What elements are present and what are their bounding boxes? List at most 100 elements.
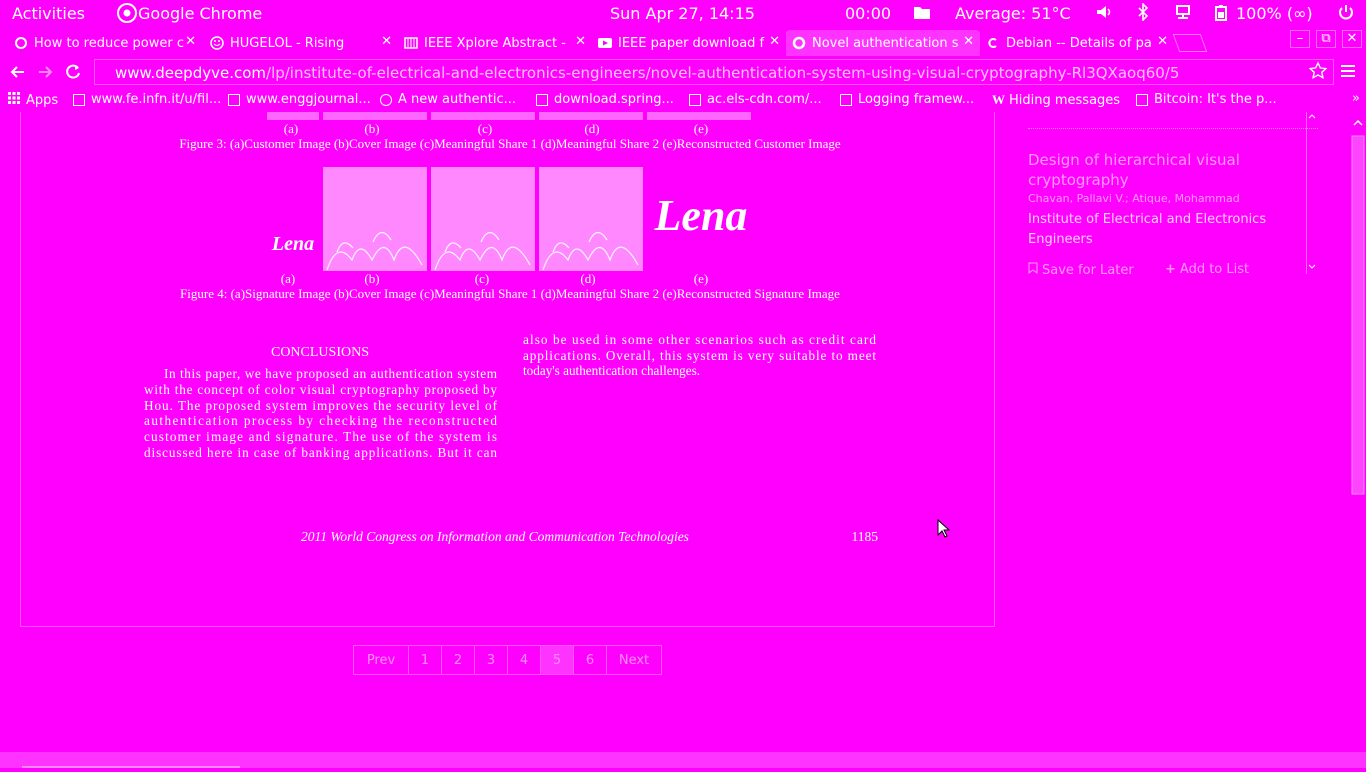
bookmark-7[interactable]: Logging framew... [840,92,974,107]
bookmark-8[interactable]: W Hiding messages [992,92,1120,108]
bluetooth-icon[interactable] [1136,2,1150,25]
chrome-app-icon[interactable] [116,3,138,27]
tab-title: IEEE paper download f [618,35,765,51]
activities-button[interactable]: Activities [12,4,85,23]
fig3-label-b: (b) [364,121,379,136]
document-page-viewer: (a) (b) (c) (d) (e) Figure 3: (a)Custome… [20,112,995,627]
related-article-authors: Chavan, Pallavi V.; Atique, Mohammad [1028,192,1240,205]
bookmark-3[interactable]: www.enggjournal... [228,92,371,107]
volume-icon[interactable] [1095,4,1113,24]
smiley-favicon-icon [210,36,224,50]
divider [1028,128,1318,129]
close-window-button[interactable]: ✕ [1342,30,1362,48]
mouse-cursor-icon [937,518,951,543]
gnome-top-bar: Activities Google Chrome Sun Apr 27, 14:… [0,0,1366,26]
apps-grid-icon [8,92,20,108]
address-bar[interactable]: www.deepdyve.com/lp/institute-of-electri… [94,59,1334,85]
panel-scrollbar[interactable] [1306,112,1317,274]
page-2-button[interactable]: 2 [441,645,475,675]
tab-close-icon[interactable]: ✕ [575,34,586,49]
page-6-button[interactable]: 6 [573,645,607,675]
bookmark-label: www.fe.infn.it/u/fil... [91,92,222,107]
right-line-3: today's authentication challenges. [523,363,700,378]
fig3-label-e: (e) [694,121,708,136]
power-icon[interactable] [1337,3,1355,25]
tab-close-icon[interactable]: ✕ [963,34,974,49]
clock[interactable]: Sun Apr 27, 14:15 [610,4,755,23]
related-article-title[interactable]: Design of hierarchical visual cryptograp… [1028,150,1288,190]
pagination: Prev 1 2 3 4 5 6 Next [353,645,662,675]
bookmark-5[interactable]: download.spring... [536,92,674,107]
bookmark-label: ac.els-cdn.com/... [707,92,822,107]
battery-icon[interactable] [1214,4,1228,26]
save-for-later-button[interactable]: Save for Later [1028,262,1134,278]
url-path: /lp/institute-of-electrical-and-electron… [266,64,1180,82]
bookmark-4[interactable]: A new authentic... [380,92,516,107]
save-for-later-label: Save for Later [1042,262,1134,278]
figure-3-images [267,112,751,120]
tab-close-icon[interactable]: ✕ [381,34,392,49]
network-icon[interactable] [1175,4,1191,24]
page-icon [840,93,852,106]
wikipedia-w-icon: W [992,92,1005,107]
browser-toolbar: www.deepdyve.com/lp/institute-of-electri… [0,56,1366,88]
deepdyve-favicon-icon [792,36,806,50]
timer-indicator[interactable]: 00:00 [845,4,891,23]
add-to-list-button[interactable]: + Add to List [1165,262,1249,277]
page-1-button[interactable]: 1 [408,645,442,675]
tab-title: How to reduce power c [34,35,184,51]
new-tab-button[interactable] [1172,34,1208,52]
tab-2[interactable]: HUGELOL - Rising ✕ [204,30,398,56]
bookmark-2[interactable]: www.fe.infn.it/u/fil... [73,92,221,107]
tab-4[interactable]: IEEE paper download f ✕ [592,30,786,56]
page-footer-conference: 2011 World Congress on Information and C… [301,529,689,544]
plus-icon: + [1165,262,1176,277]
chrome-menu-icon[interactable] [1340,63,1356,83]
tab-6[interactable]: Debian -- Details of pa ✕ [980,30,1174,56]
bookmark-label: download.spring... [554,92,674,107]
fig4-label-e: (e) [694,271,708,286]
app-menu-label[interactable]: Google Chrome [138,4,262,23]
bookmark-apps[interactable]: Apps [8,92,58,108]
tab-strip: How to reduce power c ✕ HUGELOL - Rising… [0,28,1366,56]
bookmark-label: Logging framew... [858,92,975,107]
next-page-button[interactable]: Next [606,645,662,675]
maximize-window-button[interactable]: ⧉ [1316,30,1336,48]
tab-5-active[interactable]: Novel authentication s ✕ [786,30,980,56]
fig4-signature-reconstructed: Lena [654,191,748,240]
tab-1[interactable]: How to reduce power c ✕ [8,30,202,56]
related-article-publisher[interactable]: Institute of Electrical and Electronics … [1028,210,1288,250]
bookmark-icon [1028,262,1038,278]
page-scrollbar[interactable] [1350,112,1366,768]
reload-icon[interactable] [63,62,83,86]
minimize-window-button[interactable]: – [1290,30,1310,48]
page-icon [536,93,548,106]
page-number: 1185 [852,529,879,544]
page-5-button-current[interactable]: 5 [540,645,574,675]
back-arrow-icon[interactable] [8,62,28,86]
page-4-button[interactable]: 4 [507,645,541,675]
left-line-3: Hou. The proposed system improves the se… [144,398,498,413]
tab-close-icon[interactable]: ✕ [769,34,780,49]
left-line-4: authentication process by checking the r… [144,413,497,428]
document-page: (a) (b) (c) (d) (e) Figure 3: (a)Custome… [144,112,879,544]
left-line-5: customer image and signature. The use of… [144,429,497,444]
page-3-button[interactable]: 3 [474,645,508,675]
forward-arrow-icon[interactable] [35,62,55,86]
tab-title: IEEE Xplore Abstract - [424,35,566,51]
fig4-label-a: (a) [281,271,295,286]
url-host: www.deepdyve.com [115,64,267,82]
temperature-indicator[interactable]: Average: 51°C [955,4,1071,23]
bookmark-9[interactable]: Bitcoin: It's the p... [1136,92,1277,107]
bookmark-label: Apps [26,92,59,108]
bookmarks-overflow-chevron-icon[interactable]: » [1352,91,1360,106]
bookmark-6[interactable]: ac.els-cdn.com/... [689,92,822,107]
tab-3[interactable]: IEEE Xplore Abstract - ✕ [398,30,592,56]
battery-percentage[interactable]: 100% (∞) [1236,4,1313,23]
tab-close-icon[interactable]: ✕ [1157,34,1168,49]
bookmark-star-icon[interactable] [1308,61,1328,85]
prev-page-button[interactable]: Prev [353,645,409,675]
related-articles-panel: Design of hierarchical visual cryptograp… [1010,112,1318,278]
folder-icon[interactable] [913,4,931,24]
tab-close-icon[interactable]: ✕ [185,34,196,49]
